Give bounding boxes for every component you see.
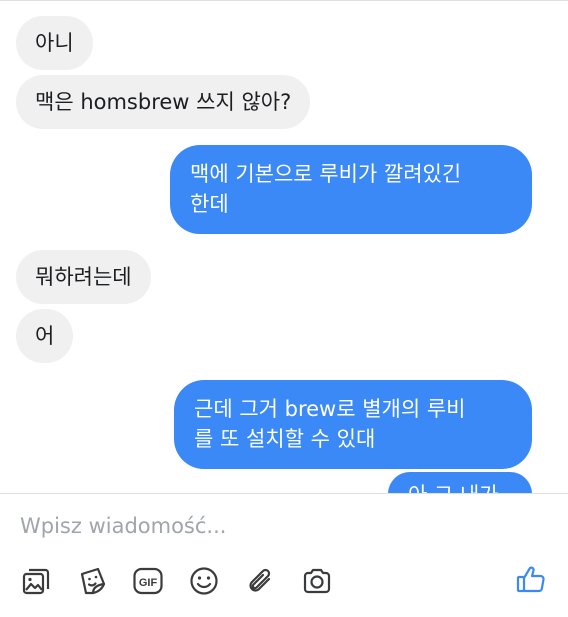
gif-icon: GIF	[133, 567, 163, 595]
incoming-message[interactable]: 뭐하려는데	[16, 250, 151, 304]
message-text-line: 한데	[190, 192, 229, 216]
attach-button[interactable]	[244, 564, 278, 598]
message-text-line: 근데 그거 brew로 별개의 루비	[194, 397, 466, 421]
message-thread[interactable]: 아니 맥은 homsbrew 쓰지 않아? 맥에 기본으로 루비가 깔려있긴 한…	[0, 0, 568, 493]
message-composer: GIF	[0, 493, 568, 617]
gif-button[interactable]: GIF	[131, 564, 165, 598]
sticker-icon	[80, 567, 106, 595]
photo-icon	[22, 568, 50, 595]
message-text: 아 그 내가	[408, 483, 499, 493]
like-button[interactable]	[514, 562, 548, 596]
like-icon	[516, 566, 545, 593]
message-text: 아니	[35, 31, 74, 55]
camera-icon	[303, 568, 331, 594]
attachment-icon	[249, 568, 271, 592]
outgoing-message[interactable]: 맥에 기본으로 루비가 깔려있긴 한데	[170, 145, 532, 234]
photo-button[interactable]	[19, 564, 53, 598]
gif-label: GIF	[139, 577, 158, 589]
message-text: 뭐하려는데	[35, 265, 132, 289]
message-text: 어	[35, 324, 55, 348]
message-input[interactable]	[18, 513, 542, 539]
message-text-line: 를 또 설치할 수 있대	[194, 427, 376, 451]
divider	[0, 0, 568, 1]
outgoing-message[interactable]: 아 그 내가	[388, 472, 532, 493]
camera-button[interactable]	[300, 564, 334, 598]
incoming-message[interactable]: 아니	[16, 16, 93, 70]
outgoing-message[interactable]: 근데 그거 brew로 별개의 루비 를 또 설치할 수 있대	[174, 380, 532, 469]
incoming-message[interactable]: 어	[16, 309, 74, 363]
sticker-button[interactable]	[76, 564, 110, 598]
incoming-message[interactable]: 맥은 homsbrew 쓰지 않아?	[16, 75, 311, 129]
message-text-line: 맥에 기본으로 루비가 깔려있긴	[190, 162, 462, 186]
emoji-button[interactable]	[187, 564, 221, 598]
message-text: 맥은 homsbrew 쓰지 않아?	[35, 90, 292, 114]
emoji-icon	[190, 567, 218, 595]
